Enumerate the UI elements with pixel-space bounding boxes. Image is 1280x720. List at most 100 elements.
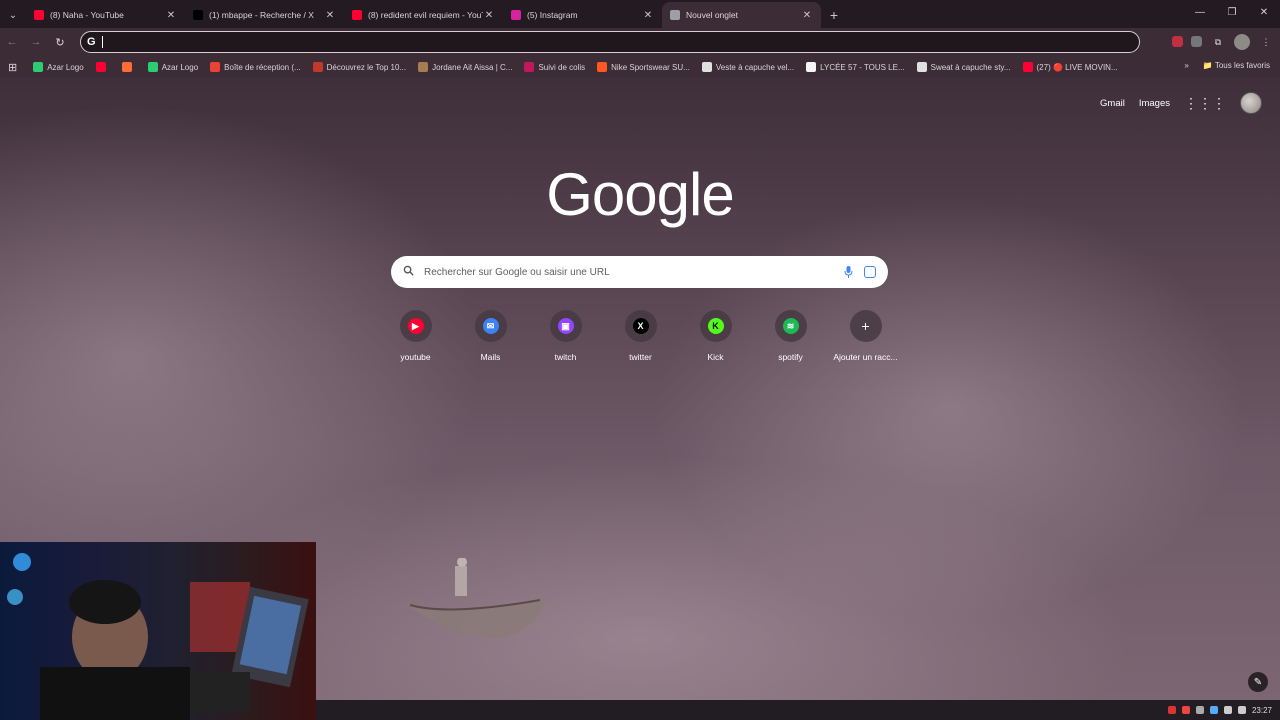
bookmark-item[interactable]: Nike Sportswear SU... bbox=[597, 62, 690, 72]
tab-title: Nouvel onglet bbox=[686, 10, 738, 20]
shortcut-twitter[interactable]: Xtwitter bbox=[603, 310, 678, 362]
close-tab-icon[interactable]: ✕ bbox=[483, 10, 495, 21]
youtube-icon bbox=[352, 10, 362, 20]
bookmark-label: LYCÉE 57 - TOUS LE... bbox=[820, 62, 905, 72]
tab-title: (1) mbappe - Recherche / X bbox=[209, 10, 314, 20]
bookmark-label: Nike Sportswear SU... bbox=[611, 62, 690, 72]
google-g-icon: G bbox=[87, 36, 96, 48]
bookmark-item[interactable]: Boîte de réception (... bbox=[210, 62, 301, 72]
bookmark-item[interactable]: Azar Logo bbox=[33, 62, 84, 72]
close-tab-icon[interactable]: ✕ bbox=[165, 10, 177, 21]
shortcut-mails[interactable]: ✉ Mails bbox=[453, 310, 528, 362]
bookmark-favicon-icon bbox=[95, 62, 106, 72]
all-bookmarks-button[interactable]: 📁 Tous les favoris bbox=[1203, 61, 1270, 70]
bookmark-label: Suivi de colis bbox=[538, 62, 586, 72]
search-box[interactable] bbox=[391, 256, 888, 288]
google-apps-icon[interactable]: ⋮⋮⋮ bbox=[1184, 95, 1226, 112]
new-tab-button[interactable]: + bbox=[821, 2, 847, 28]
bookmark-label: Azar Logo bbox=[161, 62, 199, 72]
bookmark-label: Veste à capuche vel... bbox=[715, 62, 795, 72]
twitch-icon: ▣ bbox=[557, 318, 574, 334]
bookmark-item[interactable]: Jordane Ait Aissa | C... bbox=[418, 62, 512, 72]
tab-search-chevron-icon[interactable]: ⌄ bbox=[0, 2, 26, 28]
bookmark-favicon-icon bbox=[701, 62, 712, 72]
bookmark-item[interactable]: Suivi de colis bbox=[524, 62, 585, 72]
tab[interactable]: (1) mbappe - Recherche / X ✕ bbox=[185, 2, 344, 28]
google-logo: Google bbox=[546, 161, 734, 228]
restore-icon[interactable]: ❐ bbox=[1216, 0, 1248, 26]
shortcut-tile: ✉ bbox=[474, 310, 507, 342]
close-tab-icon[interactable]: ✕ bbox=[324, 10, 336, 21]
address-bar[interactable]: G bbox=[80, 31, 1140, 53]
extension-red-icon[interactable] bbox=[1172, 36, 1183, 47]
system-taskbar: 23:27 bbox=[316, 700, 1280, 720]
tray-network-icon[interactable] bbox=[1223, 706, 1232, 714]
customize-pencil-icon[interactable]: ✎ bbox=[1248, 672, 1268, 692]
bookmark-favicon-icon bbox=[806, 62, 817, 72]
extension-grey-icon[interactable] bbox=[1191, 36, 1202, 47]
menu-kebab-icon[interactable]: ⋮ bbox=[1258, 34, 1274, 50]
bookmark-item[interactable] bbox=[95, 62, 110, 72]
tab[interactable]: Nouvel onglet ✕ bbox=[662, 2, 821, 28]
google-lens-icon[interactable] bbox=[864, 266, 876, 278]
x-icon: X bbox=[632, 318, 649, 334]
bookmark-item[interactable]: LYCÉE 57 - TOUS LE... bbox=[806, 62, 905, 72]
shortcut-tile: + bbox=[849, 310, 882, 342]
webcam-scene bbox=[7, 553, 309, 720]
shortcut-twitch[interactable]: ▣ twitch bbox=[528, 310, 603, 362]
tray-mic-icon[interactable] bbox=[1167, 706, 1176, 714]
bookmark-item[interactable]: Découvrez le Top 10... bbox=[312, 62, 406, 72]
apps-grid-icon[interactable]: ⊞ bbox=[8, 61, 17, 74]
bookmark-item[interactable]: Sweat à capuche sty... bbox=[916, 62, 1011, 72]
bookmark-item[interactable]: (27) 🔴 LIVE MOVIN... bbox=[1022, 62, 1118, 72]
close-window-icon[interactable]: ✕ bbox=[1248, 0, 1280, 26]
bookmark-item[interactable]: Veste à capuche vel... bbox=[701, 62, 795, 72]
tab[interactable]: (5) Instagram ✕ bbox=[503, 2, 662, 28]
bookmark-favicon-icon bbox=[524, 62, 535, 72]
close-tab-icon[interactable]: ✕ bbox=[801, 10, 813, 21]
bookmark-label: Azar Logo bbox=[47, 62, 84, 72]
shortcut-youtube[interactable]: ▶ youtube bbox=[378, 310, 453, 362]
images-link[interactable]: Images bbox=[1139, 98, 1170, 109]
tray-discord-icon[interactable] bbox=[1195, 706, 1204, 714]
shortcut-label: Ajouter un racc... bbox=[833, 352, 898, 362]
boat-illustration bbox=[405, 558, 545, 638]
tray-volume-icon[interactable] bbox=[1237, 706, 1246, 714]
profile-avatar[interactable] bbox=[1234, 34, 1250, 50]
gmail-link[interactable]: Gmail bbox=[1100, 98, 1125, 109]
tray-bluetooth-icon[interactable] bbox=[1209, 706, 1218, 714]
chrome-icon bbox=[670, 10, 680, 20]
back-icon[interactable]: ← bbox=[0, 36, 24, 48]
bookmark-item[interactable]: Azar Logo bbox=[147, 62, 199, 72]
forward-icon[interactable]: → bbox=[24, 36, 48, 48]
bookmark-item[interactable] bbox=[121, 62, 136, 72]
account-avatar[interactable] bbox=[1240, 92, 1262, 114]
shortcut-label: twitter bbox=[629, 352, 652, 362]
shortcut-tile: K bbox=[699, 310, 732, 342]
reload-icon[interactable]: ↻ bbox=[48, 36, 72, 49]
tab-title: (8) redident evil requiem - YouT bbox=[368, 10, 483, 20]
window-controls: — ❐ ✕ bbox=[1184, 0, 1280, 26]
kick-icon: K bbox=[707, 318, 724, 334]
clock[interactable]: 23:27 bbox=[1252, 706, 1272, 715]
shortcut-label: twitch bbox=[554, 352, 577, 362]
tray-app-icon[interactable] bbox=[1181, 706, 1190, 714]
minimize-icon[interactable]: — bbox=[1184, 0, 1216, 26]
close-tab-icon[interactable]: ✕ bbox=[642, 10, 654, 21]
shortcut-kick[interactable]: K Kick bbox=[678, 310, 753, 362]
tab[interactable]: (8) redident evil requiem - YouT ✕ bbox=[344, 2, 503, 28]
shortcut-tile: ▶ bbox=[399, 310, 432, 342]
more-bookmarks-chevron-icon[interactable]: » bbox=[1184, 61, 1188, 70]
webcam-overlay bbox=[0, 542, 316, 720]
search-input[interactable] bbox=[424, 266, 834, 278]
search-icon bbox=[403, 265, 414, 279]
shortcut-label: youtube bbox=[400, 352, 431, 362]
extensions-puzzle-icon[interactable]: ⧉ bbox=[1210, 34, 1226, 50]
bookmark-label: Sweat à capuche sty... bbox=[930, 62, 1011, 72]
bookmark-label: Jordane Ait Aissa | C... bbox=[432, 62, 513, 72]
microphone-icon[interactable] bbox=[842, 266, 854, 278]
shortcut-spotify[interactable]: ≋ spotify bbox=[753, 310, 828, 362]
tab-title: (8) Naha - YouTube bbox=[50, 10, 124, 20]
tab[interactable]: (8) Naha - YouTube ✕ bbox=[26, 2, 185, 28]
shortcut-ajouter-un-racc-[interactable]: + Ajouter un racc... bbox=[828, 310, 903, 362]
